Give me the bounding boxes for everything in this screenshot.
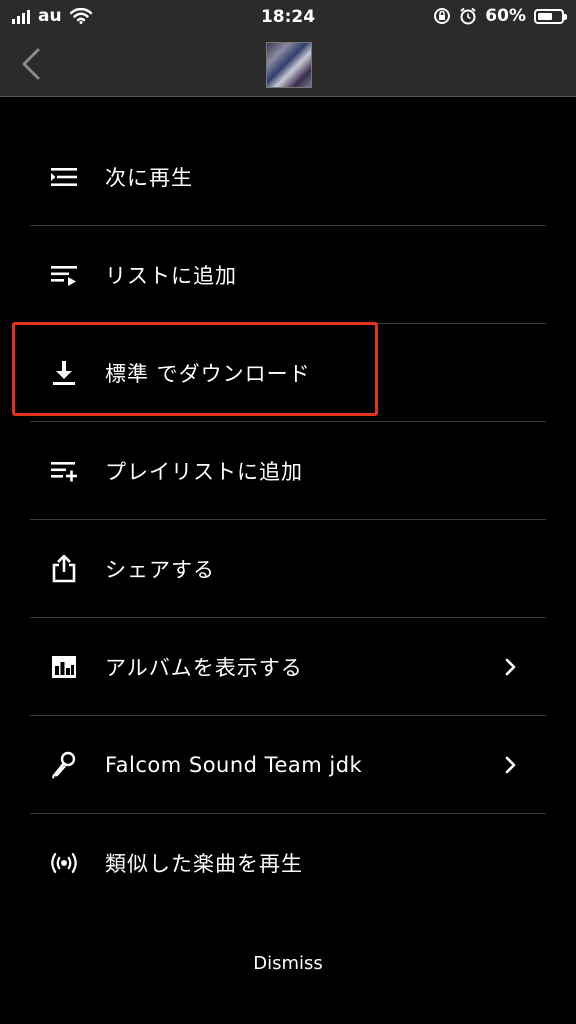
menu-item-play-similar[interactable]: 類似した楽曲を再生 [30,814,546,911]
battery-percent: 60% [485,6,526,26]
microphone-icon [50,751,78,779]
menu-item-label: Falcom Sound Team jdk [105,752,363,777]
battery-icon [534,8,567,24]
menu-item-add-to-playlist[interactable]: プレイリストに追加 [30,422,546,520]
menu-item-label: リストに追加 [105,263,237,288]
menu-item-view-album[interactable]: アルバムを表示する [30,618,546,716]
menu-item-label: 類似した楽曲を再生 [105,851,303,876]
menu-item-share[interactable]: シェアする [30,520,546,618]
chevron-right-icon [505,756,516,773]
album-thumbnail [266,42,312,88]
orientation-lock-icon [434,8,451,24]
menu-item-label: シェアする [105,557,215,582]
menu-item-add-to-queue[interactable]: リストに追加 [30,226,546,324]
menu-item-label: 次に再生 [105,165,193,190]
add-to-playlist-icon [50,457,78,485]
alarm-icon [460,7,476,25]
album-icon [50,653,78,681]
download-icon [50,359,78,387]
status-bar: au 18:24 60% [0,0,576,34]
menu-item-label: 標準 でダウンロード [105,361,311,386]
menu-item-label: プレイリストに追加 [105,459,303,484]
menu-item-artist[interactable]: Falcom Sound Team jdk [30,716,546,814]
menu-item-label: アルバムを表示する [105,655,303,680]
menu-item-play-next[interactable]: 次に再生 [30,128,546,226]
action-menu: 次に再生 リストに追加 標準 でダウンロード プレイリストに追加 シェアする ア… [30,128,546,911]
nav-bar [0,34,576,97]
status-right: 60% [433,6,567,26]
play-next-icon [50,163,78,191]
chevron-right-icon [505,658,516,675]
menu-item-download[interactable]: 標準 でダウンロード [30,324,546,422]
share-icon [50,554,78,583]
radio-icon [50,849,78,877]
dismiss-button[interactable]: Dismiss [0,953,576,974]
add-to-queue-icon [50,261,78,289]
back-chevron-icon[interactable] [14,44,50,84]
